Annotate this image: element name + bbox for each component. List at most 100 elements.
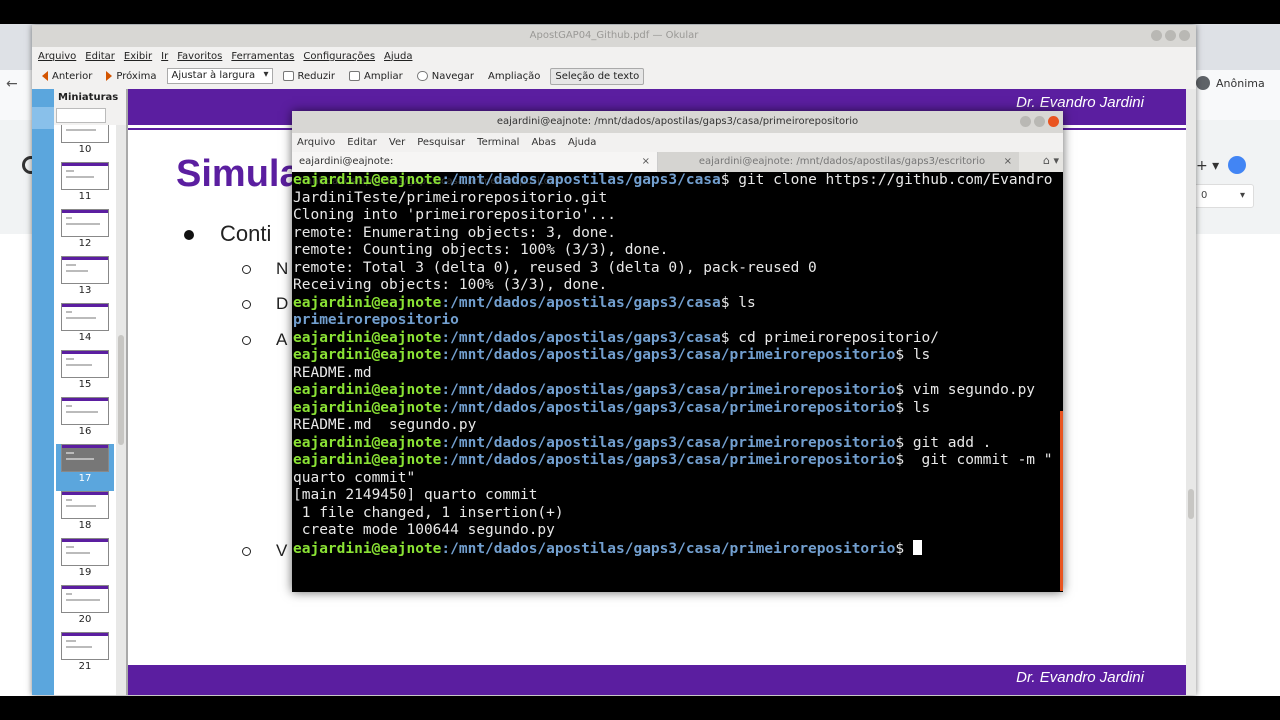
terminal-tab-active[interactable]: eajardini@eajnote: /mnt/dados/apostilas/… [292, 152, 658, 187]
terminal-line: Cloning into 'primeirorepositorio'... [293, 207, 1063, 225]
terminal-line: [main 2149450] quarto commit [293, 487, 1063, 505]
tab-menu-icon[interactable]: ⌂ ▾ [1043, 154, 1059, 167]
thumbnail-page[interactable]: 18 [56, 491, 114, 538]
slide-footer-bar: Dr. Evandro Jardini [128, 665, 1186, 695]
output-text: quarto commit" [293, 469, 416, 486]
thumbnail-page[interactable]: 16 [56, 397, 114, 444]
prompt-path: :/mnt/dados/apostilas/gaps3/casa/primeir… [441, 452, 896, 468]
thumbnails-search-input[interactable] [56, 108, 106, 123]
terminal-output[interactable]: eajardini@eajnote:/mnt/dados/apostilas/g… [292, 172, 1063, 592]
minimize-icon[interactable] [1151, 30, 1162, 41]
menu-arquivo[interactable]: Arquivo [38, 51, 76, 62]
thumbnail-page[interactable]: 21 [56, 632, 114, 679]
hand-icon [416, 71, 428, 81]
command-text: $ ls [720, 294, 756, 311]
terminal-menu-ver[interactable]: Ver [389, 137, 405, 148]
command-text: $ ls [895, 347, 931, 363]
thumbnails-tab-icon[interactable] [32, 107, 54, 129]
okular-menubar: Arquivo Editar Exibir Ir Favoritos Ferra… [32, 47, 1196, 65]
terminal-scrollbar[interactable] [1060, 411, 1063, 591]
sidebar-tab-strip[interactable] [32, 89, 54, 695]
terminal-menu-abas[interactable]: Abas [531, 137, 556, 148]
document-scrollbar-knob[interactable] [1188, 489, 1194, 519]
terminal-titlebar: eajardini@eajnote: /mnt/dados/apostilas/… [292, 111, 1063, 133]
document-scrollbar[interactable] [1186, 89, 1196, 695]
menu-editar[interactable]: Editar [85, 51, 115, 62]
terminal-tab-label: eajardini@eajnote: /mnt/dados/apostilas/… [698, 156, 986, 167]
menu-exibir[interactable]: Exibir [124, 51, 152, 62]
menu-configuracoes[interactable]: Configurações [303, 51, 375, 62]
terminal-line: create mode 100644 segundo.py [293, 522, 1063, 540]
new-item-icon[interactable]: + ▾ [1196, 158, 1219, 174]
prompt-path: :/mnt/dados/apostilas/gaps3/casa/primeir… [441, 434, 896, 451]
thumbnail-page-number: 13 [78, 285, 92, 296]
thumbnails-scrollbar[interactable] [116, 125, 126, 695]
browse-tool-button[interactable]: Navegar [413, 69, 478, 84]
menu-favoritos[interactable]: Favoritos [177, 51, 222, 62]
close-icon[interactable] [1179, 30, 1190, 41]
close-tab-icon[interactable]: × [642, 152, 650, 172]
prompt-path: :/mnt/dados/apostilas/gaps3/casa/primeir… [441, 347, 896, 363]
thumbnail-page[interactable]: 14 [56, 303, 114, 350]
thumbnail-page[interactable]: 10 [56, 125, 114, 162]
terminal-menu-pesquisar[interactable]: Pesquisar [417, 137, 465, 148]
thumbnails-header: Miniaturas [58, 92, 119, 103]
browser-counter[interactable]: 0 ▾ [1192, 184, 1254, 208]
zoom-in-button[interactable]: Ampliar [345, 69, 407, 84]
zoom-mode-select[interactable]: Ajustar à largura [166, 68, 273, 84]
text-selection-tool-button[interactable]: Seleção de texto [550, 67, 645, 85]
prompt-user: eajardini@eajnote [293, 347, 442, 363]
browser-avatar-icon[interactable] [1228, 156, 1246, 174]
next-page-label: Próxima [116, 70, 157, 82]
magnifier-tool-label: Ampliação [487, 70, 541, 82]
thumbnail-page[interactable]: 11 [56, 162, 114, 209]
counter-value: 0 [1201, 190, 1208, 201]
sub-bullet-icon [242, 265, 251, 275]
next-page-button[interactable]: Próxima [102, 69, 160, 84]
close-icon[interactable] [1048, 116, 1059, 127]
slide-sub-bullet-text: A [276, 330, 288, 349]
terminal-tab-inactive[interactable]: eajardini@eajnote: /mnt/dados/apostilas/… [658, 152, 1019, 172]
terminal-window[interactable]: eajardini@eajnote: /mnt/dados/apostilas/… [292, 111, 1063, 592]
browse-tool-label: Navegar [431, 70, 474, 82]
terminal-menubar: Arquivo Editar Ver Pesquisar Terminal Ab… [292, 133, 1063, 152]
thumbnail-image [61, 303, 109, 331]
terminal-menu-ajuda[interactable]: Ajuda [568, 137, 596, 148]
magnifier-tool-button[interactable]: Ampliação [484, 69, 544, 84]
menu-ferramentas[interactable]: Ferramentas [231, 51, 294, 62]
thumbnails-scrollbar-knob[interactable] [118, 335, 124, 445]
text-selection-tool-label: Seleção de texto [555, 70, 640, 82]
prompt-user: eajardini@eajnote [293, 294, 442, 311]
browser-back-icon[interactable]: ← [6, 76, 18, 92]
minimize-icon[interactable] [1020, 116, 1031, 127]
command-text: $ [895, 540, 913, 557]
previous-page-button[interactable]: Anterior [38, 69, 96, 84]
terminal-menu-arquivo[interactable]: Arquivo [297, 137, 335, 148]
terminal-line: eajardini@eajnote:/mnt/dados/apostilas/g… [293, 452, 1063, 470]
maximize-icon[interactable] [1165, 30, 1176, 41]
maximize-icon[interactable] [1034, 116, 1045, 127]
prompt-user: eajardini@eajnote [293, 434, 442, 451]
slide-bullet-main-text: Conti [220, 221, 272, 246]
thumbnail-page[interactable]: 20 [56, 585, 114, 632]
terminal-menu-terminal[interactable]: Terminal [477, 137, 519, 148]
output-text: JardiniTeste/primeirorepositorio.git [293, 189, 608, 206]
arrow-right-icon [106, 71, 113, 81]
thumbnail-page[interactable]: 15 [56, 350, 114, 397]
slide-sub-bullet: N [242, 259, 288, 279]
zoom-out-button[interactable]: Reduzir [279, 69, 339, 84]
thumbnail-page[interactable]: 17 [56, 444, 114, 491]
thumbnail-page-number: 10 [78, 144, 92, 155]
terminal-line: eajardini@eajnote:/mnt/dados/apostilas/g… [293, 539, 1063, 558]
incognito-indicator[interactable]: Anônima [1196, 76, 1265, 90]
thumbnail-page[interactable]: 13 [56, 256, 114, 303]
thumbnail-page[interactable]: 19 [56, 538, 114, 585]
menu-ajuda[interactable]: Ajuda [384, 51, 412, 62]
close-tab-icon[interactable]: × [1004, 152, 1012, 172]
thumbnail-page[interactable]: 12 [56, 209, 114, 256]
output-text: [main 2149450] quarto commit [293, 487, 538, 503]
terminal-menu-editar[interactable]: Editar [347, 137, 377, 148]
prompt-user: eajardini@eajnote [293, 382, 442, 398]
slide-sub-bullet-text: D [276, 294, 289, 313]
menu-ir[interactable]: Ir [161, 51, 168, 62]
